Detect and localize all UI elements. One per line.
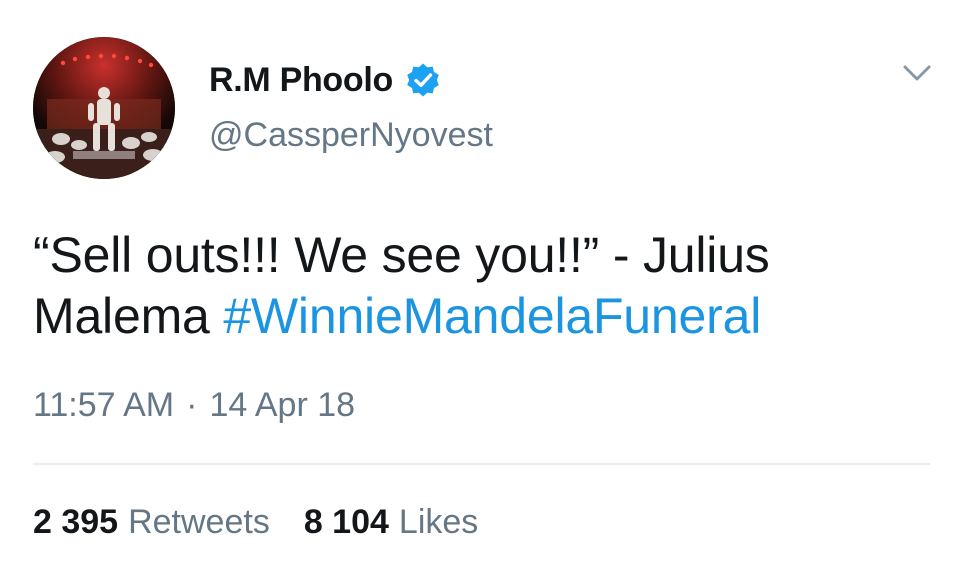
author-name-row[interactable]: R.M Phoolo <box>209 58 441 102</box>
hashtag-link[interactable]: #WinnieMandelaFuneral <box>223 288 761 344</box>
verified-badge-icon <box>405 62 441 98</box>
retweets-stat[interactable]: 2 395 Retweets <box>33 503 270 542</box>
concert-stage-photo <box>33 37 175 179</box>
retweets-label: Retweets <box>128 503 270 541</box>
author-handle[interactable]: @CassperNyovest <box>209 116 493 155</box>
tweet-timestamp[interactable]: 11:57 AM · 14 Apr 18 <box>33 386 355 425</box>
tweet-text: “Sell outs!!! We see you!!” - Julius Mal… <box>33 225 933 347</box>
likes-label: Likes <box>398 503 479 541</box>
tweet-card: R.M Phoolo @CassperNyovest “Sell outs!!!… <box>0 0 960 583</box>
timestamp-separator: · <box>186 386 198 424</box>
chevron-down-icon[interactable] <box>900 60 934 86</box>
likes-stat[interactable]: 8 104 Likes <box>304 503 478 542</box>
tweet-date[interactable]: 14 Apr 18 <box>209 386 355 425</box>
divider <box>33 463 930 465</box>
tweet-stats: 2 395 Retweets 8 104 Likes <box>33 503 478 542</box>
avatar[interactable] <box>33 37 175 179</box>
tweet-time[interactable]: 11:57 AM <box>33 386 174 425</box>
display-name[interactable]: R.M Phoolo <box>209 61 393 100</box>
retweets-count: 2 395 <box>33 503 119 541</box>
likes-count: 8 104 <box>303 503 389 541</box>
